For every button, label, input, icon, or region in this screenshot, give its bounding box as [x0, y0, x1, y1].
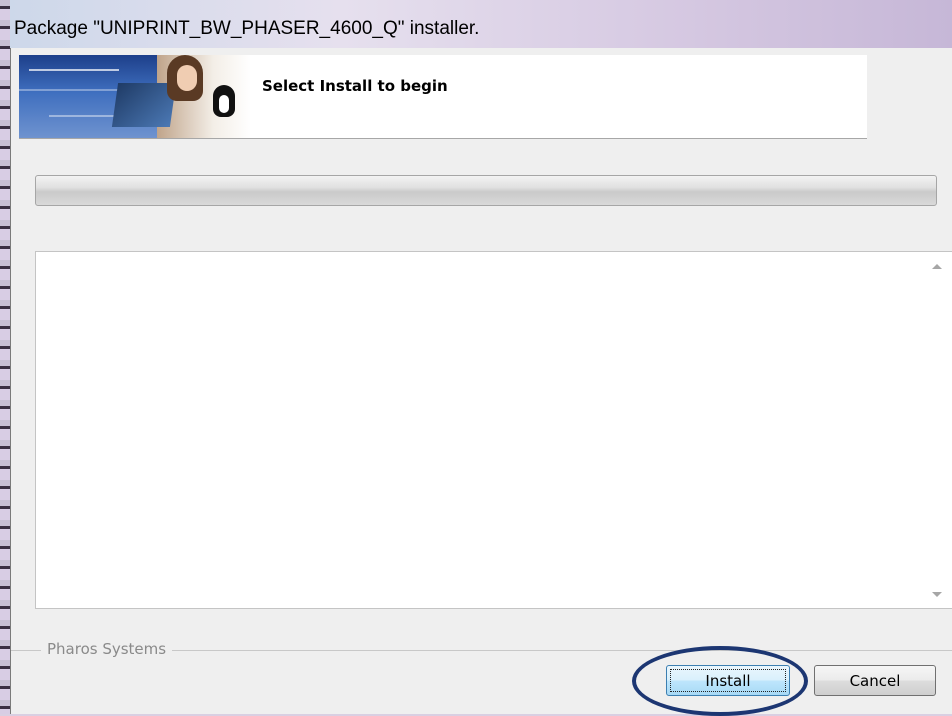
person-face	[177, 65, 197, 91]
desktop-background	[0, 0, 10, 714]
header-message: Select Install to begin	[262, 77, 448, 95]
log-scrollbar[interactable]	[922, 252, 952, 608]
vendor-group-label: Pharos Systems	[41, 640, 173, 658]
cancel-button[interactable]: Cancel	[814, 665, 936, 696]
installer-window: Package "UNIPRINT_BW_PHASER_4600_Q" inst…	[10, 0, 952, 716]
install-progress-bar	[35, 175, 937, 206]
header-banner: Select Install to begin	[19, 55, 867, 139]
banner-image	[19, 55, 251, 138]
scroll-up-button[interactable]	[922, 254, 952, 278]
scroll-up-arrow-icon	[932, 263, 942, 269]
title-bar[interactable]: Package "UNIPRINT_BW_PHASER_4600_Q" inst…	[10, 0, 952, 48]
window-title: Package "UNIPRINT_BW_PHASER_4600_Q" inst…	[14, 18, 480, 39]
install-button-label: Install	[705, 671, 751, 690]
scroll-down-button[interactable]	[922, 582, 952, 606]
install-log-textbox[interactable]	[35, 251, 952, 609]
cancel-button-label: Cancel	[849, 671, 901, 690]
window-client-area: Select Install to begin Pharos Systems I…	[10, 48, 952, 716]
penguin-icon	[213, 85, 235, 117]
install-button[interactable]: Install	[666, 665, 790, 696]
scroll-down-arrow-icon	[932, 591, 942, 597]
